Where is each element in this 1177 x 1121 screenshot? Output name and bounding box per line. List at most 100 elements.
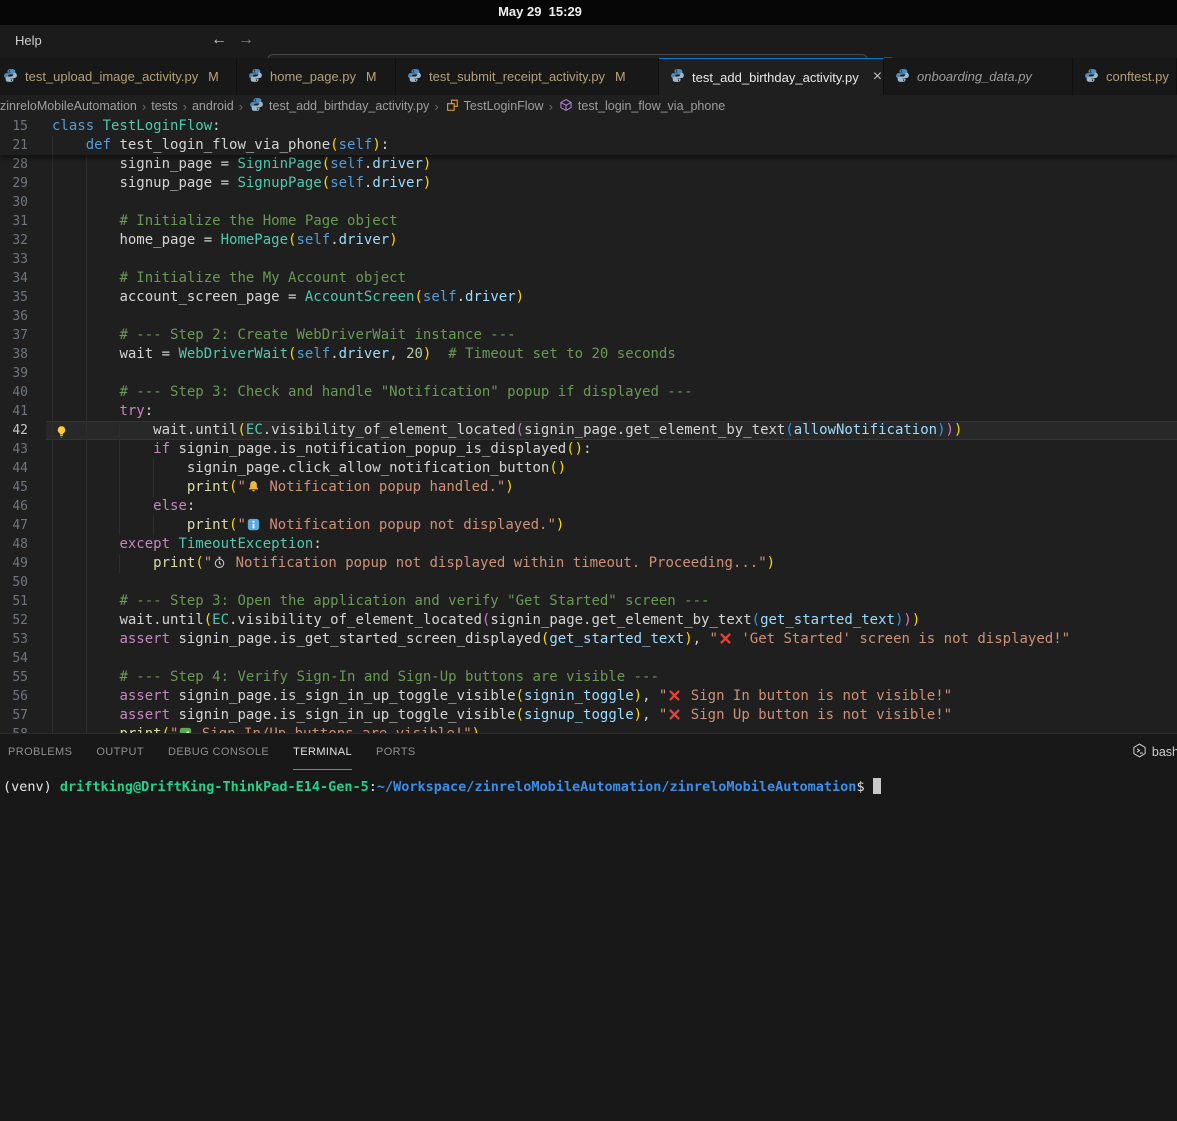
- breadcrumb-item-zinreloMobileAutomation[interactable]: zinreloMobileAutomation: [0, 99, 137, 113]
- code-text: def test_login_flow_via_phone(self):: [86, 136, 389, 155]
- indent-guide: [153, 516, 154, 535]
- tab-test_submit_receipt_activity[interactable]: test_submit_receipt_activity.pyM: [396, 58, 659, 95]
- line-number: 45: [0, 478, 28, 497]
- code-line-39[interactable]: 39: [0, 364, 1177, 383]
- code-line-36[interactable]: 36: [0, 307, 1177, 326]
- code-line-53[interactable]: 53assert signin_page.is_get_started_scre…: [0, 630, 1177, 649]
- python-icon: [1084, 68, 1099, 86]
- indent-guide: [52, 421, 53, 440]
- breadcrumb-separator: ›: [549, 99, 553, 114]
- code-line-31[interactable]: 31# Initialize the Home Page object: [0, 212, 1177, 231]
- tab-test_add_birthday_activity[interactable]: test_add_birthday_activity.py×: [659, 58, 884, 95]
- system-top-bar: May 29 15:29: [0, 0, 1177, 25]
- menu-help[interactable]: Help: [11, 33, 46, 48]
- code-line-37[interactable]: 37# --- Step 2: Create WebDriverWait ins…: [0, 326, 1177, 345]
- code-line-50[interactable]: 50: [0, 573, 1177, 592]
- code-line-29[interactable]: 29signup_page = SignupPage(self.driver): [0, 174, 1177, 193]
- line-number: 55: [0, 668, 28, 687]
- code-editor[interactable]: 15class TestLoginFlow:21def test_login_f…: [0, 117, 1177, 733]
- code-line-55[interactable]: 55# --- Step 4: Verify Sign-In and Sign-…: [0, 668, 1177, 687]
- code-line-43[interactable]: 43if signin_page.is_notification_popup_i…: [0, 440, 1177, 459]
- panel-tab-terminal[interactable]: TERMINAL: [293, 735, 352, 770]
- panel-tab-debug-console[interactable]: DEBUG CONSOLE: [168, 735, 269, 770]
- close-icon[interactable]: ×: [873, 69, 882, 85]
- code-line-56[interactable]: 56assert signin_page.is_sign_in_up_toggl…: [0, 687, 1177, 706]
- line-number: 32: [0, 231, 28, 250]
- code-line-52[interactable]: 52wait.until(EC.visibility_of_element_lo…: [0, 611, 1177, 630]
- line-number: 50: [0, 573, 28, 592]
- python-icon: [248, 68, 263, 86]
- indent-guide: [119, 478, 120, 497]
- code-line-57[interactable]: 57assert signin_page.is_sign_in_up_toggl…: [0, 706, 1177, 725]
- terminal-prompt-line[interactable]: (venv) driftking@DriftKing-ThinkPad-E14-…: [3, 778, 881, 797]
- code-line-51[interactable]: 51# --- Step 3: Open the application and…: [0, 592, 1177, 611]
- line-number: 56: [0, 687, 28, 706]
- forward-arrow-icon[interactable]: →: [238, 31, 254, 49]
- code-line-49[interactable]: 49 print(" Notification popup not display…: [0, 554, 1177, 573]
- code-line-38[interactable]: 38wait = WebDriverWait(self.driver, 20) …: [0, 345, 1177, 364]
- indent-guide: [52, 706, 53, 725]
- breadcrumb-item-android[interactable]: android: [192, 99, 234, 113]
- indent-guide: [52, 269, 53, 288]
- code-line-42[interactable]: 42wait.until(EC.visibility_of_element_lo…: [0, 421, 1177, 440]
- code-line-48[interactable]: 48except TimeoutException:: [0, 535, 1177, 554]
- sticky-line-15[interactable]: 15class TestLoginFlow:: [0, 117, 1177, 136]
- back-arrow-icon[interactable]: ←: [211, 31, 227, 49]
- terminal-shell-picker[interactable]: bash: [1132, 734, 1177, 770]
- code-line-44[interactable]: 44signin_page.click_allow_notification_b…: [0, 459, 1177, 478]
- tab-conftest[interactable]: conftest.pyM: [1073, 58, 1177, 95]
- code-lines[interactable]: 28signin_page = SigninPage(self.driver)2…: [0, 155, 1177, 733]
- sticky-scroll[interactable]: 15class TestLoginFlow:21def test_login_f…: [0, 117, 1177, 155]
- indent-guide: [119, 459, 120, 478]
- line-number: 38: [0, 345, 28, 364]
- code-text: wait.until(EC.visibility_of_element_loca…: [119, 611, 920, 630]
- code-line-58[interactable]: 58print(" Sign-In/Up buttons are visible…: [0, 725, 1177, 733]
- code-line-28[interactable]: 28signin_page = SigninPage(self.driver): [0, 155, 1177, 174]
- tab-home_page[interactable]: home_page.pyM: [237, 58, 396, 95]
- panel-tab-output[interactable]: OUTPUT: [96, 735, 144, 770]
- breadcrumb: zinreloMobileAutomation›tests›android›te…: [0, 95, 1177, 117]
- code-line-54[interactable]: 54: [0, 649, 1177, 668]
- code-line-46[interactable]: 46else:: [0, 497, 1177, 516]
- code-line-40[interactable]: 40# --- Step 3: Check and handle "Notifi…: [0, 383, 1177, 402]
- code-line-45[interactable]: 45print(" Notification popup handled."): [0, 478, 1177, 497]
- breadcrumb-label: tests: [151, 99, 177, 113]
- code-line-30[interactable]: 30: [0, 193, 1177, 212]
- indent-guide: [52, 725, 53, 733]
- vscode-window: { "colors":{"accent_blue":"#0078d4","tab…: [0, 0, 1177, 1121]
- code-line-47[interactable]: 47print(" Notification popup not display…: [0, 516, 1177, 535]
- line-number: 49: [0, 554, 28, 573]
- code-line-34[interactable]: 34# Initialize the My Account object: [0, 269, 1177, 288]
- indent-guide: [52, 649, 53, 668]
- tab-onboarding_data[interactable]: onboarding_data.py: [884, 58, 1073, 95]
- indent-guide: [52, 668, 53, 687]
- method-icon: [559, 98, 573, 115]
- panel-tab-problems[interactable]: PROBLEMS: [8, 735, 72, 770]
- indent-guide: [52, 440, 53, 459]
- python-icon: [3, 68, 18, 86]
- breadcrumb-item-test_add_birthday_activity.py[interactable]: test_add_birthday_activity.py: [248, 97, 429, 115]
- code-line-35[interactable]: 35account_screen_page = AccountScreen(se…: [0, 288, 1177, 307]
- code-text: # --- Step 2: Create WebDriverWait insta…: [119, 326, 515, 345]
- code-text: # --- Step 3: Open the application and v…: [119, 592, 709, 611]
- tab-label: test_submit_receipt_activity.py: [429, 69, 605, 84]
- indent-guide: [153, 478, 154, 497]
- line-number: 39: [0, 364, 28, 383]
- indent-guide: [86, 345, 87, 364]
- indent-guide: [86, 269, 87, 288]
- line-number: 48: [0, 535, 28, 554]
- breadcrumb-item-test_login_flow_via_phone[interactable]: test_login_flow_via_phone: [558, 98, 725, 115]
- tab-test_upload_image_activity[interactable]: test_upload_image_activity.pyM: [0, 58, 237, 95]
- panel-tab-ports[interactable]: PORTS: [376, 735, 416, 770]
- code-text: assert signin_page.is_sign_in_up_toggle_…: [119, 706, 952, 727]
- code-text: print(" Notification popup not displayed…: [153, 554, 775, 575]
- sticky-line-21[interactable]: 21def test_login_flow_via_phone(self):: [0, 136, 1177, 155]
- code-line-33[interactable]: 33: [0, 250, 1177, 269]
- code-line-32[interactable]: 32home_page = HomePage(self.driver): [0, 231, 1177, 250]
- breadcrumb-item-tests[interactable]: tests: [151, 99, 177, 113]
- line-number: 35: [0, 288, 28, 307]
- indent-guide: [119, 497, 120, 516]
- breadcrumb-item-TestLoginFlow[interactable]: TestLoginFlow: [444, 98, 544, 115]
- code-line-41[interactable]: 41try:: [0, 402, 1177, 421]
- system-clock[interactable]: May 29 15:29: [498, 4, 582, 19]
